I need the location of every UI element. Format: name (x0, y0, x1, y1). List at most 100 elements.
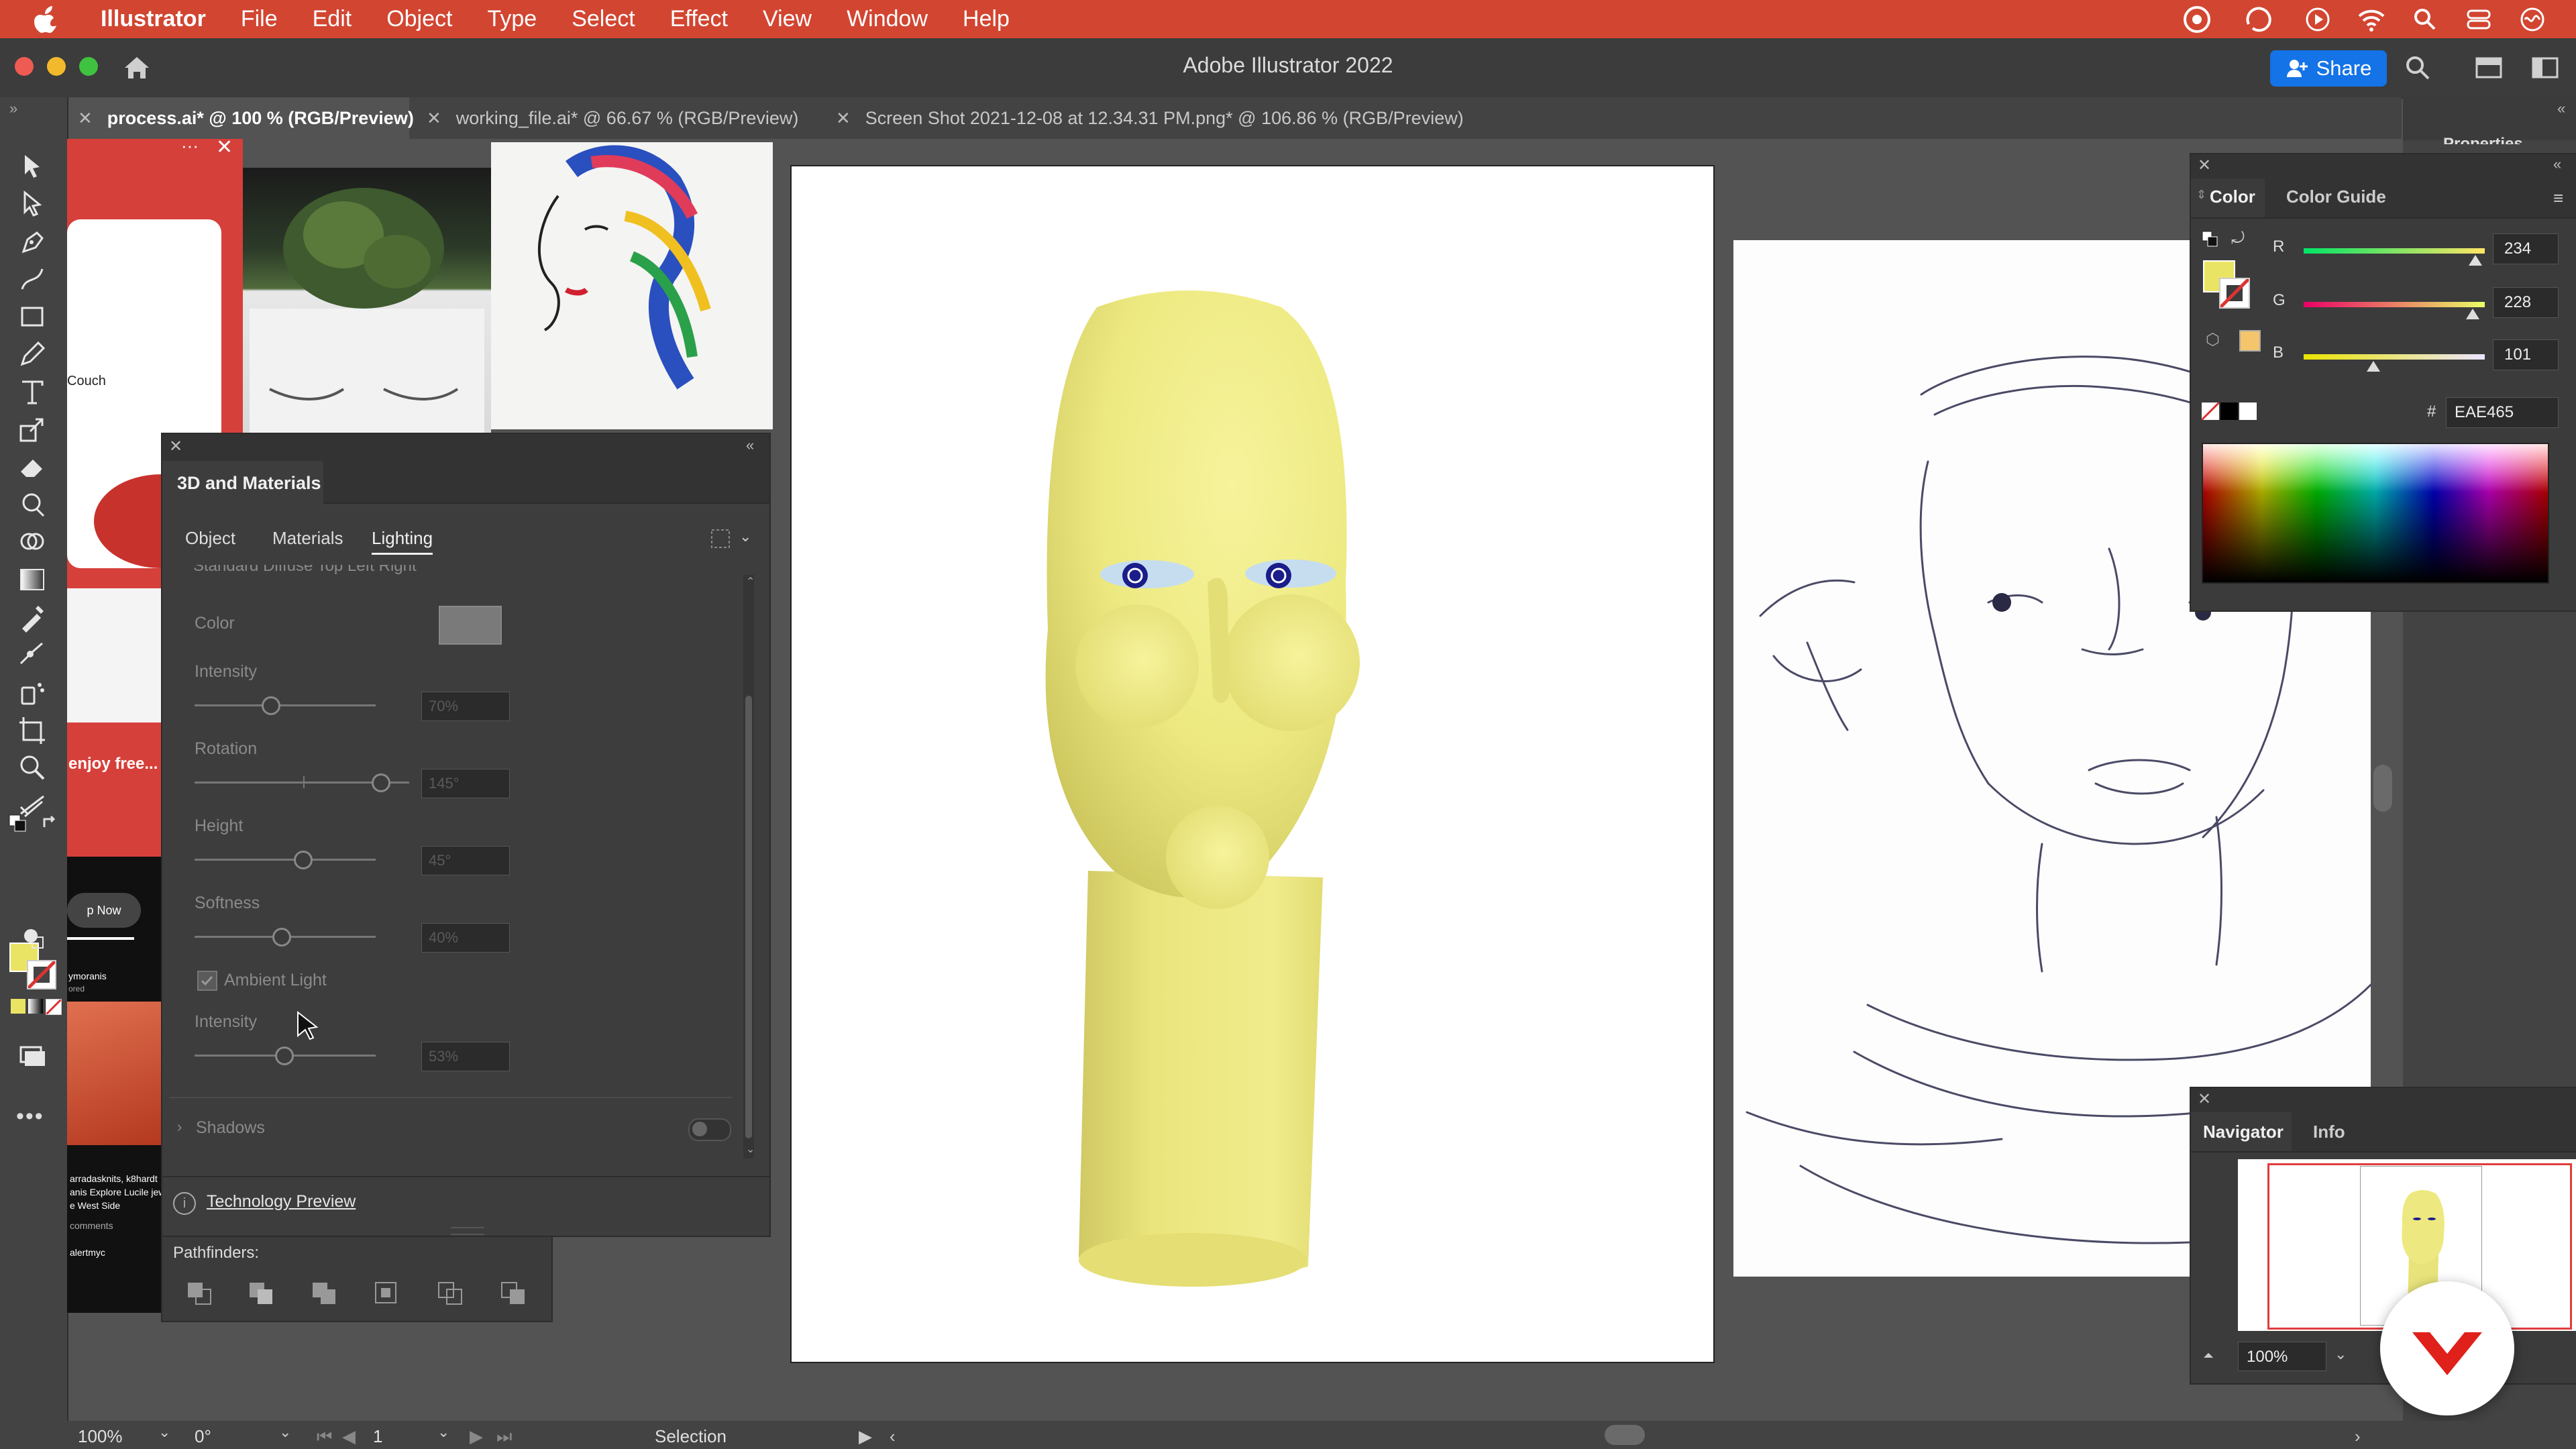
intensity-slider-knob[interactable] (262, 696, 280, 715)
chevron-down-icon[interactable]: ⌄ (158, 1424, 170, 1441)
artboard-number[interactable]: 1 (373, 1426, 382, 1447)
shadows-toggle[interactable] (688, 1118, 731, 1141)
scrollbar-thumb[interactable] (745, 696, 752, 1138)
height-field[interactable]: 45° (421, 846, 510, 875)
hex-field[interactable]: EAE465 (2446, 397, 2559, 428)
zoom-level[interactable]: 100% (78, 1426, 123, 1447)
creative-cloud-icon[interactable] (2183, 5, 2211, 34)
artboard-tool-icon[interactable] (17, 714, 48, 745)
height-slider-track[interactable] (195, 859, 376, 861)
menu-object[interactable]: Object (386, 6, 452, 32)
b-slider-knob[interactable] (2367, 361, 2380, 372)
menu-window[interactable]: Window (847, 6, 928, 32)
ambient-light-checkbox[interactable] (197, 971, 217, 991)
tab-lighting[interactable]: Lighting (372, 528, 433, 555)
g-slider-knob[interactable] (2466, 309, 2479, 319)
rotation-value[interactable]: 0° (195, 1426, 211, 1447)
default-colors-icon[interactable] (2202, 231, 2219, 252)
r-field[interactable]: 234 (2493, 233, 2559, 264)
scale-tool-icon[interactable] (17, 414, 48, 445)
default-colors-icon[interactable] (8, 814, 28, 837)
menu-edit[interactable]: Edit (313, 6, 352, 32)
hand-zoom-tool-icon[interactable] (17, 752, 48, 783)
pencil-tool-icon[interactable] (17, 339, 48, 370)
blend-tool-icon[interactable] (17, 639, 48, 670)
workspace-icon[interactable] (2532, 56, 2559, 80)
softness-field[interactable]: 40% (421, 923, 510, 953)
swap-colors-icon[interactable]: ⤾ (2231, 229, 2245, 248)
softness-slider-knob[interactable] (272, 928, 291, 947)
type-tool-icon[interactable] (17, 376, 48, 407)
eyedropper-tool-icon[interactable] (17, 602, 48, 633)
more-tools-icon[interactable]: ••• (16, 1104, 44, 1130)
none-swatch[interactable] (2200, 401, 2220, 421)
chevron-down-icon[interactable]: ⌄ (739, 528, 751, 545)
tab-info[interactable]: Info (2313, 1122, 2345, 1142)
eraser-tool-icon[interactable] (17, 451, 48, 482)
chevron-right-icon[interactable]: › (177, 1118, 182, 1136)
draw-mode-icon[interactable] (17, 921, 48, 952)
swap-colors-icon[interactable] (40, 814, 60, 837)
b-field[interactable]: 101 (2493, 339, 2559, 370)
last-artboard-icon[interactable]: ⏭ (496, 1426, 512, 1448)
stroke-color-swatch[interactable] (2219, 278, 2250, 309)
color-spectrum[interactable] (2202, 443, 2549, 584)
render-settings-icon[interactable] (710, 528, 731, 549)
r-slider-track[interactable] (2304, 248, 2485, 254)
tab-object[interactable]: Object (185, 528, 235, 549)
navigator-zoom-field[interactable]: 100% (2238, 1342, 2326, 1371)
light-color-swatch[interactable] (439, 606, 502, 645)
tab-screenshot[interactable]: ✕ Screen Shot 2021-12-08 at 12.34.31 PM.… (825, 97, 1563, 139)
pathfinder-crop-icon[interactable] (374, 1281, 401, 1305)
scroll-left-icon[interactable]: ‹ (890, 1426, 896, 1447)
close-panel-icon[interactable]: ✕ (2198, 1089, 2211, 1109)
change-screen-mode-icon[interactable] (17, 1040, 48, 1071)
next-artboard-icon[interactable]: ▶ (470, 1426, 483, 1447)
pathfinder-trim-icon[interactable] (248, 1281, 275, 1305)
menu-help[interactable]: Help (963, 6, 1010, 32)
siri-icon[interactable] (2518, 5, 2546, 34)
ambient-intensity-field[interactable]: 53% (421, 1042, 510, 1071)
shape-builder-tool-icon[interactable] (17, 527, 48, 557)
rotation-field[interactable]: 145° (421, 769, 510, 798)
menu-file[interactable]: File (241, 6, 278, 32)
chevron-down-icon[interactable]: ⌄ (437, 1424, 449, 1441)
chevron-down-icon[interactable]: ⌄ (279, 1424, 291, 1441)
search-icon[interactable] (2404, 54, 2431, 81)
gradient-mode-icon[interactable] (28, 999, 43, 1014)
stroke-swatch[interactable] (27, 960, 56, 989)
color-mode-icon[interactable] (11, 999, 25, 1014)
share-button[interactable]: Share (2270, 50, 2387, 87)
tab-color[interactable]: Color (2210, 186, 2255, 207)
panel-menu-icon[interactable]: ≡ (2553, 188, 2563, 209)
r-slider-knob[interactable] (2469, 255, 2482, 266)
height-slider-knob[interactable] (294, 851, 313, 869)
more-options-icon[interactable]: ··· (181, 136, 199, 156)
g-field[interactable]: 228 (2493, 287, 2559, 318)
none-mode-icon[interactable] (45, 998, 62, 1016)
warp-tool-icon[interactable] (17, 489, 48, 520)
menu-view[interactable]: View (763, 6, 812, 32)
symbol-sprayer-tool-icon[interactable] (17, 677, 48, 708)
g-slider-track[interactable] (2304, 302, 2485, 307)
white-swatch[interactable] (2239, 402, 2257, 420)
chevron-down-icon[interactable]: ⌄ (2334, 1346, 2347, 1363)
previous-artboard-icon[interactable]: ◀ (342, 1426, 356, 1447)
wifi-icon[interactable] (2357, 5, 2385, 34)
b-slider-track[interactable] (2304, 354, 2485, 360)
selection-tool-icon[interactable] (17, 151, 48, 182)
menu-type[interactable]: Type (487, 6, 537, 32)
spotlight-search-icon[interactable] (2411, 5, 2439, 34)
pathfinder-outline-icon[interactable] (437, 1281, 464, 1305)
menu-select[interactable]: Select (572, 6, 635, 32)
resize-grip-icon[interactable] (451, 1227, 484, 1235)
apple-icon[interactable] (32, 5, 59, 33)
panel-scrollbar[interactable]: ⌃ ⌄ (743, 575, 755, 1159)
close-panel-icon[interactable]: ✕ (2198, 156, 2211, 175)
rotation-slider-knob[interactable] (372, 773, 390, 792)
close-tab-icon[interactable]: ✕ (836, 108, 851, 129)
rectangle-tool-icon[interactable] (17, 301, 48, 332)
technology-preview-link[interactable]: Technology Preview (207, 1192, 356, 1212)
curvature-tool-icon[interactable] (17, 264, 48, 294)
tab-materials[interactable]: Materials (272, 528, 343, 549)
